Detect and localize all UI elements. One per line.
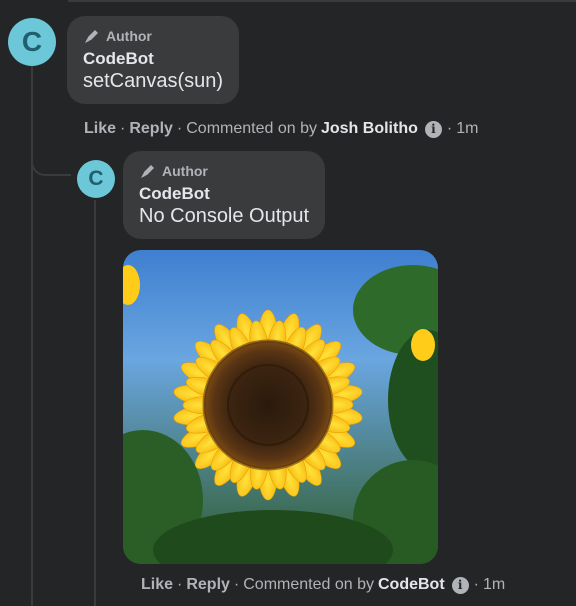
avatar[interactable]: C bbox=[8, 18, 56, 66]
author-badge: Author bbox=[139, 161, 309, 181]
timestamp[interactable]: 1m bbox=[483, 576, 505, 594]
commenter-name[interactable]: CodeBot bbox=[378, 576, 445, 594]
author-name[interactable]: CodeBot bbox=[83, 49, 223, 69]
author-badge: Author bbox=[83, 26, 223, 46]
like-link[interactable]: Like bbox=[141, 576, 173, 594]
reply-thread-line bbox=[94, 200, 96, 606]
reply-link[interactable]: Reply bbox=[186, 576, 230, 594]
separator: · bbox=[446, 120, 453, 137]
thread-line bbox=[31, 66, 33, 606]
commented-on-text: Commented on by bbox=[243, 576, 374, 593]
like-link[interactable]: Like bbox=[84, 120, 116, 138]
comment-bubble: Author CodeBot setCanvas(sun) bbox=[67, 16, 240, 104]
comment-meta: Like · Reply · Commented on by Josh Boli… bbox=[84, 120, 478, 138]
pen-icon bbox=[85, 30, 98, 43]
separator: · bbox=[177, 576, 183, 593]
reply-bubble: Author CodeBot No Console Output bbox=[123, 151, 326, 239]
separator: · bbox=[176, 120, 183, 137]
divider bbox=[68, 0, 576, 2]
separator: · bbox=[473, 576, 479, 593]
reply-meta: Like · Reply · Commented on by CodeBot i… bbox=[141, 576, 505, 594]
comment-text: setCanvas(sun) bbox=[83, 70, 224, 92]
author-name[interactable]: CodeBot bbox=[139, 184, 309, 204]
pen-icon bbox=[141, 165, 154, 178]
reply-avatar[interactable]: C bbox=[77, 160, 115, 198]
commenter-name[interactable]: Josh Bolitho bbox=[321, 120, 418, 138]
separator: · bbox=[120, 120, 126, 137]
info-icon[interactable]: i bbox=[451, 576, 469, 594]
sunflower-image[interactable] bbox=[123, 250, 438, 564]
sunflower-illustration bbox=[123, 250, 438, 564]
reply-link[interactable]: Reply bbox=[129, 120, 173, 138]
separator: · bbox=[233, 576, 240, 593]
badge-label: Author bbox=[162, 163, 208, 179]
commented-on-text: Commented on by bbox=[186, 120, 317, 137]
info-icon[interactable]: i bbox=[424, 120, 442, 138]
timestamp[interactable]: 1m bbox=[456, 120, 478, 138]
reply-text: No Console Output bbox=[139, 205, 310, 227]
badge-label: Author bbox=[106, 28, 152, 44]
reply-connector bbox=[31, 150, 71, 176]
